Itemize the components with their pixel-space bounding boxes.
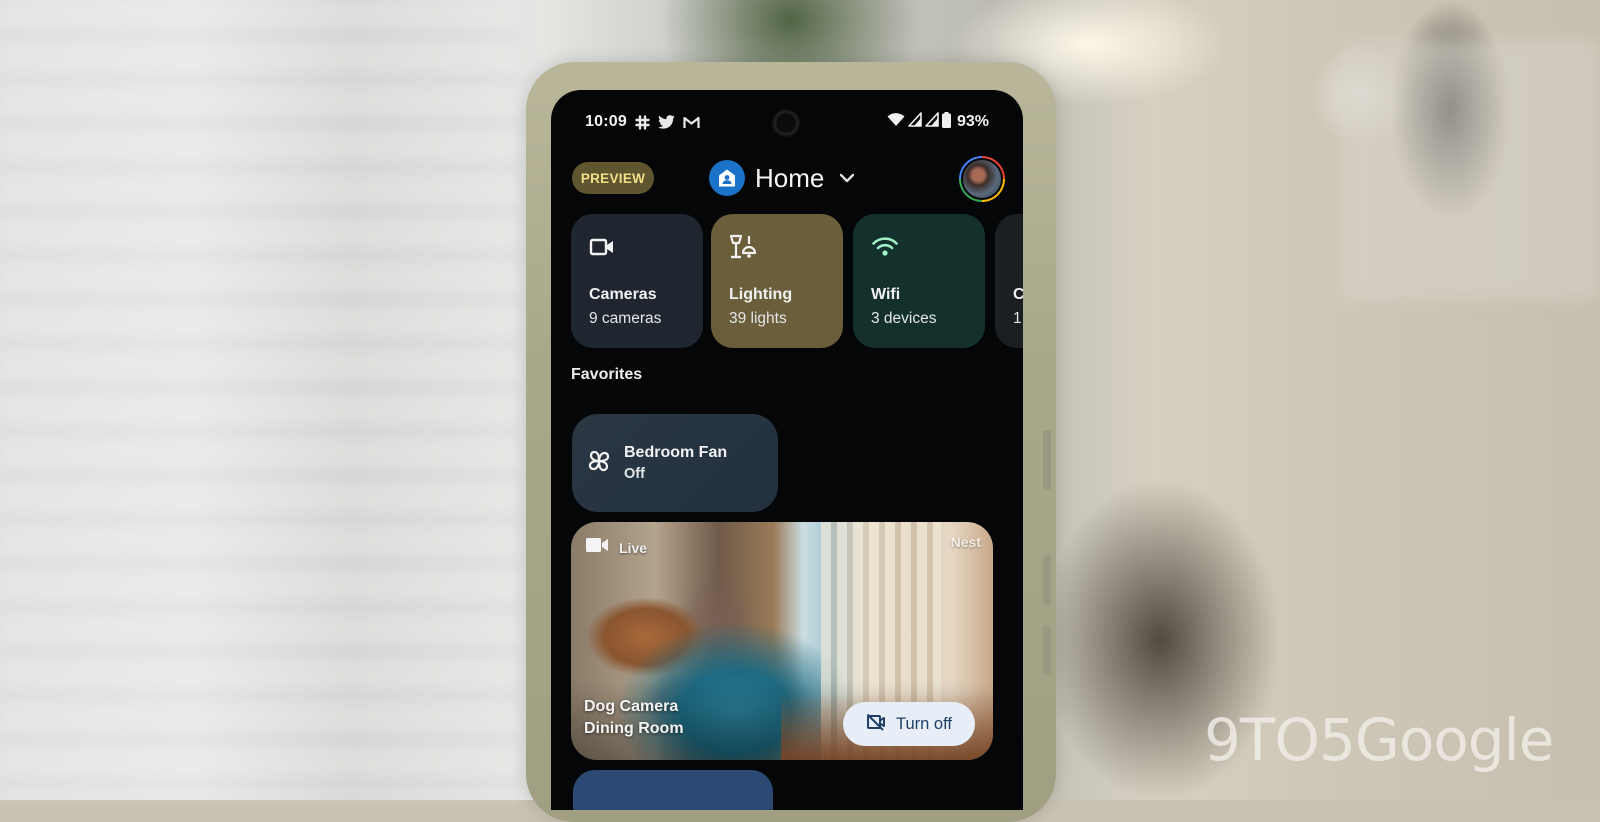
category-name: C xyxy=(1013,286,1023,303)
device-name: Bedroom Fan xyxy=(624,444,728,461)
camera-feed-card[interactable]: Live Nest Dog Camera Dining Room Turn of… xyxy=(571,522,993,760)
battery-percent: 93% xyxy=(956,113,989,130)
home-icon xyxy=(709,160,745,196)
next-favorite-tile[interactable] xyxy=(573,770,773,810)
wall-art-blur xyxy=(1340,40,1600,300)
preview-badge: PREVIEW xyxy=(572,162,654,194)
status-time: 10:09 xyxy=(585,113,627,130)
chevron-down-icon xyxy=(838,172,856,184)
system-status: 93% xyxy=(887,110,989,134)
gmail-icon xyxy=(683,116,700,129)
lamp-icon xyxy=(729,234,825,260)
phone-screen: 10:09 93% PREVIEW Home Cameras 9 cameras… xyxy=(551,90,1023,810)
device-state: Off xyxy=(624,466,645,482)
videocam-icon xyxy=(585,536,609,559)
home-switcher[interactable]: Home xyxy=(709,158,856,198)
category-name: Wifi xyxy=(871,286,901,303)
status-bar: 10:09 93% xyxy=(585,110,989,134)
videocam-off-icon xyxy=(866,713,886,736)
camera-room: Dining Room xyxy=(584,720,684,737)
turn-off-camera-button[interactable]: Turn off xyxy=(843,702,975,746)
category-tile-partial[interactable]: C 1 xyxy=(995,214,1023,348)
live-label: Live xyxy=(619,539,648,556)
volume-up-button xyxy=(1043,555,1051,605)
category-count: 9 cameras xyxy=(589,310,662,327)
battery-icon xyxy=(941,111,951,133)
fan-icon xyxy=(586,448,612,479)
window-blinds-blur xyxy=(0,0,520,800)
category-count: 1 xyxy=(1013,310,1022,327)
category-tile-wifi[interactable]: Wifi 3 devices xyxy=(853,214,985,348)
account-avatar[interactable] xyxy=(959,156,1005,202)
watermark-logo: 9TO5Google xyxy=(1204,706,1554,774)
avatar-photo xyxy=(961,158,1003,200)
live-indicator: Live xyxy=(585,536,647,559)
favorites-heading: Favorites xyxy=(571,366,643,383)
videocam-icon xyxy=(589,234,685,260)
volume-down-button xyxy=(1043,625,1051,675)
wifi-icon xyxy=(871,234,967,260)
twitter-icon xyxy=(658,115,675,129)
category-name: Cameras xyxy=(589,286,657,303)
category-tile-lighting[interactable]: Lighting 39 lights xyxy=(711,214,843,348)
signal-icon xyxy=(925,112,939,132)
category-count: 3 devices xyxy=(871,310,937,327)
slack-icon xyxy=(635,114,650,130)
power-button xyxy=(1043,430,1051,490)
camera-name: Dog Camera xyxy=(584,698,679,715)
turn-off-label: Turn off xyxy=(896,714,952,733)
device-tile-bedroom-fan[interactable]: Bedroom Fan Off xyxy=(572,414,778,512)
category-tile-cameras[interactable]: Cameras 9 cameras xyxy=(571,214,703,348)
category-name: Lighting xyxy=(729,286,793,303)
camera-brand: Nest xyxy=(950,534,981,550)
wifi-icon xyxy=(887,112,905,132)
signal-icon xyxy=(908,112,922,132)
home-name: Home xyxy=(755,162,825,193)
category-count: 39 lights xyxy=(729,310,787,327)
